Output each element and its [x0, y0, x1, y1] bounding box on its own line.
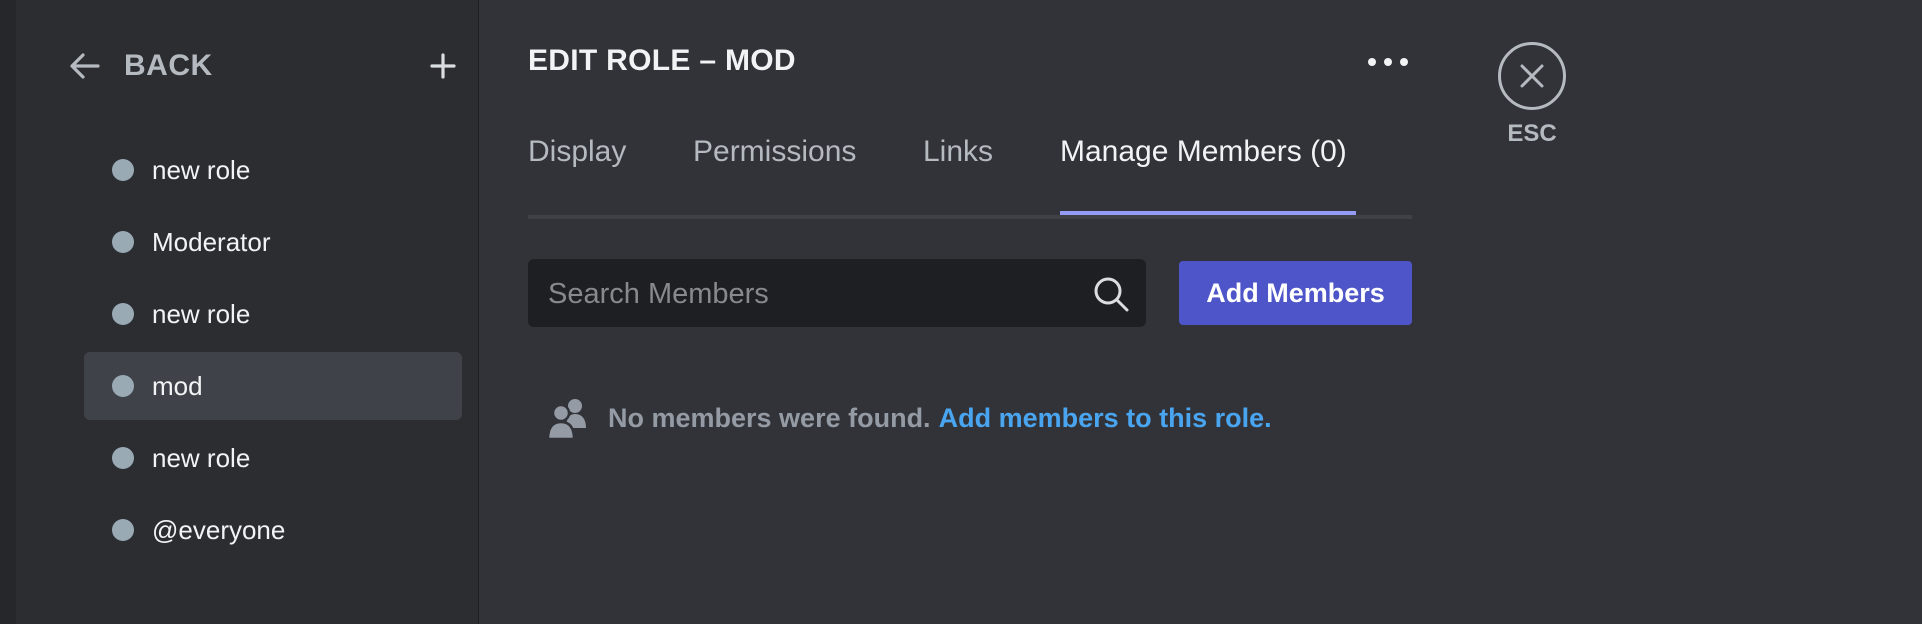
role-color-dot	[112, 159, 134, 181]
role-settings-screen: BACK new role Moderator new role mod new…	[0, 0, 1922, 624]
role-item-moderator[interactable]: Moderator	[84, 208, 462, 276]
role-item-new-role-3[interactable]: new role	[84, 424, 462, 492]
role-color-dot	[112, 231, 134, 253]
back-label: BACK	[124, 49, 213, 82]
role-name: new role	[152, 298, 251, 329]
role-name: new role	[152, 442, 251, 473]
search-input[interactable]	[546, 259, 1070, 329]
role-name: Moderator	[152, 226, 271, 257]
role-color-dot	[112, 519, 134, 541]
plus-icon[interactable]	[426, 49, 460, 83]
empty-message: No members were found.	[608, 402, 931, 433]
page-title: EDIT ROLE – MOD	[528, 44, 796, 77]
role-item-everyone[interactable]: @everyone	[84, 496, 462, 564]
empty-state: No members were found. Add members to th…	[546, 393, 1272, 443]
role-tabs: Display Permissions Links Manage Members…	[528, 135, 1412, 219]
members-icon	[546, 399, 586, 440]
tab-manage-members[interactable]: Manage Members (0)	[1060, 135, 1347, 215]
sidebar-header: BACK	[68, 42, 460, 90]
arrow-left-icon	[70, 53, 100, 79]
role-name: new role	[152, 154, 251, 185]
role-color-dot	[112, 447, 134, 469]
tab-links[interactable]: Links	[923, 135, 993, 215]
role-color-dot	[112, 375, 134, 397]
search-icon[interactable]	[1092, 275, 1130, 313]
add-members-button[interactable]: Add Members	[1179, 261, 1412, 325]
close-control: ESC	[1494, 42, 1570, 148]
back-button[interactable]: BACK	[68, 42, 213, 90]
role-name: @everyone	[152, 514, 286, 545]
role-list: new role Moderator new role mod new role…	[84, 136, 462, 568]
close-button[interactable]	[1498, 42, 1566, 110]
more-horizontal-icon[interactable]	[1364, 50, 1412, 74]
role-item-new-role-1[interactable]: new role	[84, 136, 462, 204]
tab-display[interactable]: Display	[528, 135, 626, 215]
edit-role-panel: EDIT ROLE – MOD Display Permissions Link…	[528, 0, 1412, 624]
server-edge-strip	[0, 0, 16, 624]
role-item-new-role-2[interactable]: new role	[84, 280, 462, 348]
role-item-mod[interactable]: mod	[84, 352, 462, 420]
esc-label: ESC	[1507, 120, 1557, 147]
add-members-link[interactable]: Add members to this role.	[939, 403, 1272, 434]
tab-permissions[interactable]: Permissions	[693, 135, 856, 215]
close-icon	[1520, 64, 1544, 88]
role-color-dot	[112, 303, 134, 325]
roles-sidebar: BACK new role Moderator new role mod new…	[16, 0, 479, 624]
active-tab-indicator	[1060, 211, 1356, 215]
role-name: mod	[152, 370, 203, 401]
member-search-box	[528, 259, 1146, 329]
